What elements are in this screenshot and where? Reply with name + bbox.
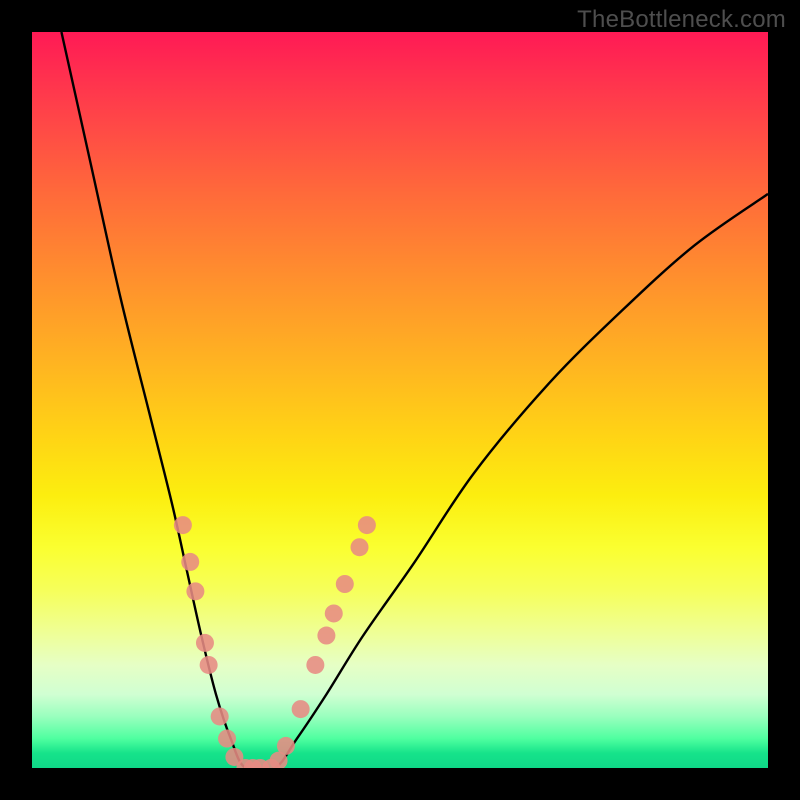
highlighted-point xyxy=(325,604,343,622)
highlighted-point xyxy=(218,730,236,748)
highlighted-point xyxy=(211,707,229,725)
highlighted-points-group xyxy=(174,516,376,768)
plot-area xyxy=(32,32,768,768)
highlighted-point xyxy=(336,575,354,593)
highlighted-point xyxy=(358,516,376,534)
highlighted-point xyxy=(196,634,214,652)
highlighted-point xyxy=(317,627,335,645)
highlighted-point xyxy=(181,553,199,571)
brand-watermark: TheBottleneck.com xyxy=(577,6,786,34)
highlighted-point xyxy=(351,538,369,556)
highlighted-point xyxy=(174,516,192,534)
bottleneck-curve xyxy=(61,32,768,768)
chart-svg xyxy=(32,32,768,768)
highlighted-point xyxy=(306,656,324,674)
curve-line xyxy=(61,32,768,768)
chart-frame: TheBottleneck.com xyxy=(0,0,800,800)
highlighted-point xyxy=(186,582,204,600)
highlighted-point xyxy=(200,656,218,674)
highlighted-point xyxy=(292,700,310,718)
highlighted-point xyxy=(277,737,295,755)
